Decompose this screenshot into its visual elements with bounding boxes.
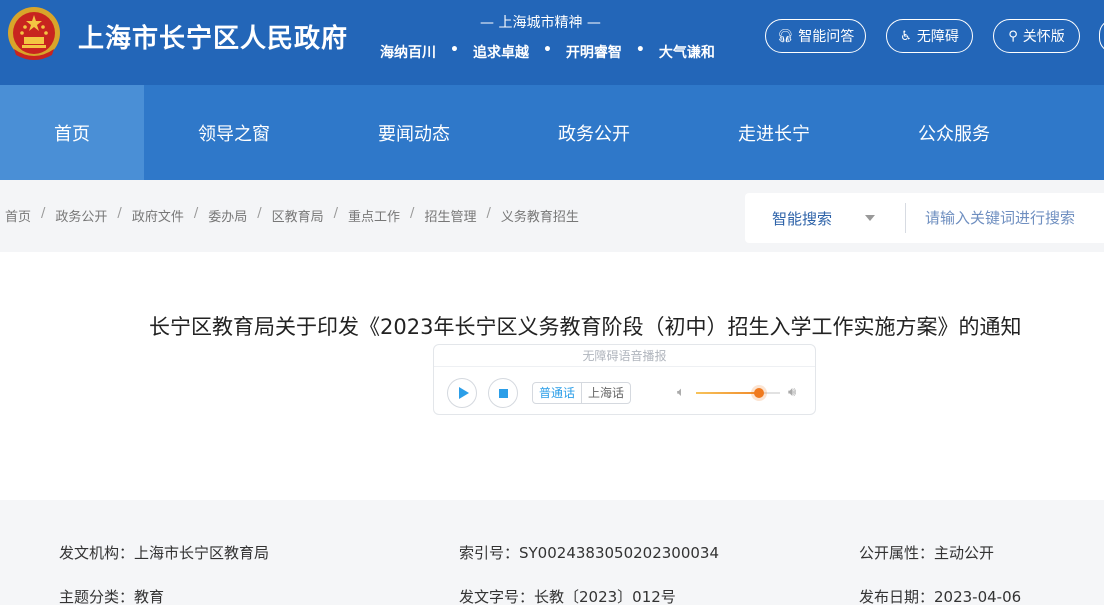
smart-qa-label: 智能问答 (798, 29, 855, 45)
breadcrumb-link[interactable]: 区教育局 (272, 206, 324, 225)
audio-reader-player: 无障碍语音播报 普通话 上海话 🔈︎ 🔊︎ (433, 344, 816, 415)
volume-high-icon[interactable]: 🔊︎ (788, 385, 796, 400)
breadcrumb-separator: / (117, 206, 122, 221)
headset-icon: 🎧︎ (776, 28, 794, 44)
elder-icon: ⚲ (1008, 28, 1018, 44)
stop-button[interactable] (488, 378, 518, 408)
wheelchair-icon: ♿︎ (900, 28, 912, 44)
meta-category: 主题分类：教育 (59, 588, 165, 605)
accessibility-button[interactable]: ♿︎ 无障碍 (886, 19, 973, 53)
volume-slider-fill (696, 392, 759, 394)
city-spirit-item: 开明睿智 (565, 45, 622, 61)
nav-item-home[interactable]: 首页 (0, 85, 144, 180)
care-version-button[interactable]: ⚲ 关怀版 (993, 19, 1080, 53)
accessibility-label: 无障碍 (916, 29, 959, 45)
player-label: 无障碍语音播报 (434, 345, 815, 367)
dot-separator: • (635, 42, 645, 58)
city-spirit-item: 海纳百川 (380, 45, 436, 61)
main-nav: 首页 领导之窗 要闻动态 政务公开 走进长宁 公众服务 政 (0, 85, 1104, 180)
breadcrumb-separator: / (193, 206, 199, 221)
article-title: 长宁区教育局关于印发《2023年长宁区义务教育阶段（初中）招生入学工作实施方案》… (149, 315, 1022, 339)
volume-low-icon[interactable]: 🔈︎ (677, 385, 685, 400)
breadcrumb-separator: / (410, 206, 415, 221)
meta-disclosure: 公开属性：主动公开 (859, 544, 995, 562)
breadcrumb: 首页 / 政务公开 / 政府文件 / 委办局 / 区教育局 / 重点工作 / 招… (5, 206, 579, 225)
breadcrumb-link[interactable]: 首页 (5, 206, 31, 225)
dialect-mandarin-option[interactable]: 普通话 (533, 383, 583, 403)
nav-item-news[interactable]: 要闻动态 (324, 85, 504, 180)
dialect-shanghainese-option[interactable]: 上海话 (582, 383, 630, 403)
breadcrumb-current[interactable]: 义务教育招生 (501, 206, 579, 225)
dot-separator: • (450, 42, 459, 58)
breadcrumb-link[interactable]: 政府文件 (132, 206, 184, 225)
breadcrumb-separator: / (41, 206, 46, 221)
breadcrumb-separator: / (257, 206, 262, 221)
volume-slider-handle[interactable] (754, 388, 764, 398)
breadcrumb-link[interactable]: 招生管理 (424, 206, 476, 225)
volume-slider[interactable] (696, 388, 780, 398)
nav-item-truncated[interactable]: 政 (1044, 85, 1104, 180)
search-scope-select[interactable]: 智能搜索 (772, 208, 832, 229)
breadcrumb-link[interactable]: 政务公开 (55, 206, 107, 225)
search-box: 智能搜索 (745, 193, 1104, 243)
dot-separator: • (542, 42, 552, 58)
dialect-toggle: 普通话 上海话 (532, 382, 632, 404)
meta-issuer: 发文机构：上海市长宁区教育局 (59, 544, 270, 562)
search-input[interactable] (915, 203, 1104, 233)
breadcrumb-separator: / (486, 206, 491, 221)
care-version-label: 关怀版 (1022, 29, 1065, 45)
breadcrumb-link[interactable]: 重点工作 (348, 206, 400, 225)
site-header: 上海市长宁区人民政府 — 上海城市精神 — 海纳百川 • 追求卓越 • 开明睿智… (0, 0, 1104, 85)
national-emblem-icon[interactable] (6, 5, 62, 63)
nav-item-gov-affairs[interactable]: 政务公开 (504, 85, 684, 180)
smart-qa-button[interactable]: 🎧︎ 智能问答 (765, 19, 866, 53)
document-metadata: 发文机构：上海市长宁区教育局 索引号：SY0024383050202300034… (0, 500, 1104, 605)
city-spirit-item: 追求卓越 (472, 45, 529, 61)
nav-item-about-changning[interactable]: 走进长宁 (684, 85, 864, 180)
nav-item-leaders[interactable]: 领导之窗 (144, 85, 324, 180)
meta-doc-no: 发文字号：长教〔2023〕012号 (459, 588, 676, 605)
breadcrumb-separator: / (333, 206, 339, 221)
meta-index-no: 索引号：SY0024383050202300034 (459, 544, 720, 562)
nav-item-public-service[interactable]: 公众服务 (864, 85, 1044, 180)
breadcrumb-link[interactable]: 委办局 (208, 206, 247, 225)
play-icon (458, 387, 469, 399)
chevron-down-icon[interactable] (865, 215, 875, 221)
search-divider (905, 203, 906, 233)
city-spirit-list: 海纳百川 • 追求卓越 • 开明睿智 • 大气谦和 (380, 42, 715, 62)
meta-date: 发布日期：2023-04-06 (859, 588, 1022, 605)
stop-icon (498, 388, 508, 398)
city-spirit-item: 大气谦和 (658, 45, 715, 61)
city-spirit-title: — 上海城市精神 — (480, 15, 601, 31)
site-title[interactable]: 上海市长宁区人民政府 (78, 18, 348, 55)
play-button[interactable] (447, 378, 477, 408)
more-button[interactable] (1099, 19, 1104, 53)
